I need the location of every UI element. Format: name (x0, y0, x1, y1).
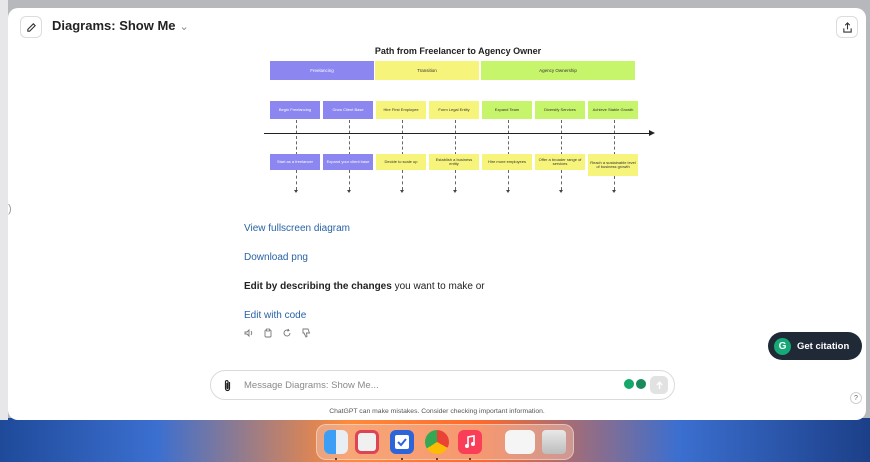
running-indicator (436, 458, 438, 460)
arrow-down-icon (347, 190, 351, 193)
connector-line (614, 120, 615, 155)
paperclip-icon (224, 379, 231, 392)
arrow-up-icon (655, 380, 663, 389)
diagram-node: Reach a sustainable level of business gr… (588, 154, 638, 176)
model-title-label: Diagrams: Show Me (52, 18, 176, 33)
connector-line (561, 120, 562, 155)
grammarly-icon (636, 379, 646, 389)
connector-line (402, 120, 403, 155)
connector-line (508, 170, 509, 190)
send-button[interactable] (650, 376, 668, 394)
help-button[interactable]: ? (850, 392, 862, 404)
share-button[interactable] (836, 16, 858, 38)
diagram-node: Diversify Services (535, 101, 585, 119)
message-input[interactable] (244, 378, 574, 393)
diagram-node: Begin Freelancing (270, 101, 320, 119)
connector-line (455, 120, 456, 155)
connector-line (349, 170, 350, 190)
grammarly-widget[interactable] (624, 379, 646, 389)
running-indicator (401, 458, 403, 460)
dock (316, 424, 574, 460)
view-fullscreen-link[interactable]: View fullscreen diagram (244, 223, 350, 234)
launchpad-app-icon[interactable] (355, 430, 379, 454)
arrow-down-icon (506, 190, 510, 193)
diagram-node: Achieve Stable Growth (588, 101, 638, 119)
download-png-link[interactable]: Download png (244, 252, 308, 263)
attach-button[interactable] (223, 379, 232, 397)
new-chat-button[interactable] (20, 16, 42, 38)
chat-window: Diagrams: Show Me ⌄ Path from Freelancer … (8, 8, 866, 420)
diagram-node: Decide to scale up (376, 154, 426, 170)
diagram-node: Expand Team (482, 101, 532, 119)
diagram-node: Hire more employees (482, 154, 532, 170)
preview-app-icon[interactable] (505, 430, 535, 454)
arrow-down-icon (612, 190, 616, 193)
phase-transition: Transition (375, 61, 479, 80)
message-actions (244, 328, 311, 338)
message-composer (210, 370, 675, 400)
connector-line (296, 120, 297, 155)
arrow-down-icon (400, 190, 404, 193)
diagram-title: Path from Freelancer to Agency Owner (374, 46, 542, 56)
get-citation-button[interactable]: G Get citation (768, 332, 862, 360)
phase-agency-ownership: Agency Ownership (481, 61, 635, 80)
connector-line (402, 170, 403, 190)
timeline-axis (264, 133, 649, 134)
connector-line (296, 170, 297, 190)
diagram-node: Establish a business entity (429, 154, 479, 170)
read-aloud-icon[interactable] (244, 328, 254, 338)
edit-instructions-bold: Edit by describing the changes (244, 281, 392, 292)
edit-with-code-link[interactable]: Edit with code (244, 310, 306, 321)
music-app-icon[interactable] (458, 430, 482, 454)
connector-line (614, 176, 615, 190)
diagram-image[interactable]: Path from Freelancer to Agency Owner Fre… (253, 44, 663, 204)
chevron-down-icon: ⌄ (179, 21, 189, 33)
diagram-node: Hire First Employee (376, 101, 426, 119)
regenerate-icon[interactable] (282, 328, 292, 338)
arrow-down-icon (559, 190, 563, 193)
finder-app-icon[interactable] (324, 430, 348, 454)
edit-instructions: Edit by describing the changes you want … (244, 281, 485, 292)
connector-line (455, 170, 456, 190)
connector-line (349, 120, 350, 155)
edit-instructions-rest: you want to make or (391, 281, 485, 292)
grammarly-logo-icon: G (774, 337, 791, 355)
diagram-node: Form Legal Entity (429, 101, 479, 119)
running-indicator (335, 458, 337, 460)
diagram-node: Grow Client Base (323, 101, 373, 119)
timeline-arrowhead (649, 130, 655, 136)
connector-line (561, 170, 562, 190)
arrow-down-icon (453, 190, 457, 193)
connector-line (508, 120, 509, 155)
edit-icon (26, 22, 36, 32)
thumbs-down-icon[interactable] (301, 328, 311, 338)
arrow-down-icon (294, 190, 298, 193)
get-citation-label: Get citation (797, 340, 850, 352)
model-selector[interactable]: Diagrams: Show Me ⌄ (52, 18, 189, 33)
diagram-node: Offer a broader range of services (535, 154, 585, 170)
chrome-app-icon[interactable] (425, 430, 449, 454)
phase-freelancing: Freelancing (270, 61, 374, 80)
share-icon (842, 21, 852, 33)
disclaimer-text: ChatGPT can make mistakes. Consider chec… (329, 408, 545, 415)
running-indicator (469, 458, 471, 460)
diagram-node: Start as a freelancer (270, 154, 320, 170)
trash-icon[interactable] (542, 430, 566, 454)
header: Diagrams: Show Me ⌄ (8, 8, 866, 44)
window-left-edge (0, 0, 8, 420)
copy-icon[interactable] (263, 328, 273, 338)
diagram-node: Expand your client base (323, 154, 373, 170)
reminders-app-icon[interactable] (390, 430, 414, 454)
grammarly-status-icon (624, 379, 634, 389)
sidebar-toggle[interactable]: ) (8, 203, 12, 215)
